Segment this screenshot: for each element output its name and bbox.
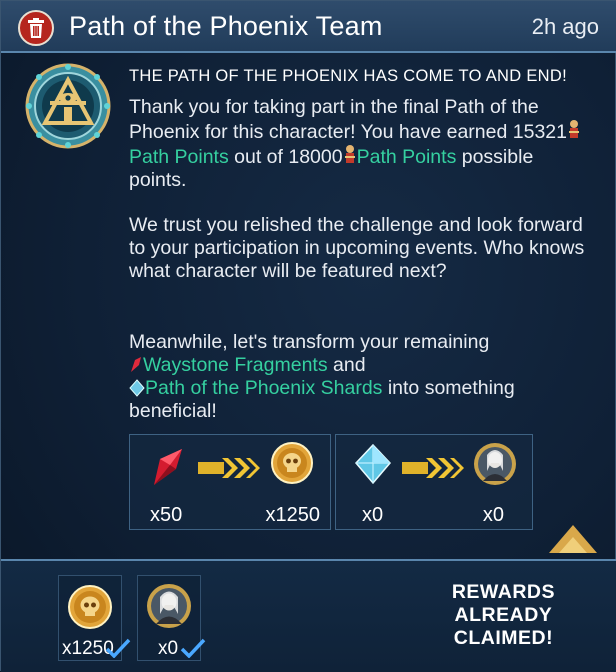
paragraph-text: Thank you for taking part in the final P…	[129, 96, 567, 143]
phoenix-shards-link[interactable]: Path of the Phoenix Shards	[145, 377, 382, 399]
paragraph-text: Meanwhile, let's transform your remainin…	[129, 331, 490, 353]
message-title: Path of the Phoenix Team	[69, 11, 383, 41]
conversion-fragments: x50 x1250	[129, 434, 331, 530]
message-timestamp: 2h ago	[531, 14, 599, 39]
conversion-shards: x0 x0	[335, 434, 533, 530]
message-paragraph-1: Thank you for taking part in the final P…	[129, 96, 589, 192]
red-fragment-icon	[154, 449, 182, 485]
checkmark-icon	[105, 638, 131, 658]
trash-icon	[28, 18, 44, 38]
path-points-icon	[568, 120, 579, 138]
reward-slot[interactable]: x1250	[58, 575, 131, 661]
message-header: Path of the Phoenix Team 2h ago	[1, 1, 616, 53]
path-points-link[interactable]: Path Points	[129, 146, 229, 168]
mail-message-panel: Path of the Phoenix Team 2h ago THE PATH…	[0, 0, 616, 672]
phoenix-shard-icon	[129, 379, 145, 397]
reward-quantity: x0	[158, 638, 179, 659]
convert-arrow-icon	[198, 458, 260, 478]
status-line: CLAIMED!	[453, 627, 554, 649]
portrait-quantity: x0	[482, 504, 504, 526]
checkmark-icon	[180, 638, 206, 658]
path-points-icon	[344, 145, 355, 163]
message-headline: THE PATH OF THE PHOENIX HAS COME TO AND …	[129, 67, 567, 85]
rewards-bar: x1250 x0 REWARDS ALREADY CLAIMED!	[1, 559, 616, 672]
rewards-claimed-status: REWARDS ALREADY CLAIMED!	[452, 581, 555, 650]
status-line: ALREADY	[454, 604, 553, 626]
shard-quantity: x0	[362, 504, 384, 526]
hero-portrait-icon	[147, 584, 191, 628]
scroll-corner-icon[interactable]	[549, 521, 597, 553]
reward-slot[interactable]: x0	[137, 575, 206, 661]
skull-coin-icon	[271, 442, 313, 484]
coin-quantity: x1250	[265, 504, 321, 526]
waystone-fragments-link[interactable]: Waystone Fragments	[143, 354, 328, 376]
delete-button[interactable]	[18, 10, 54, 46]
skull-coin-icon	[68, 585, 112, 629]
message-paragraph-3: Meanwhile, let's transform your remainin…	[129, 331, 589, 423]
convert-arrow-icon	[402, 458, 464, 478]
paragraph-text: out of 18000	[228, 146, 343, 168]
hero-portrait-icon	[474, 443, 516, 485]
phoenix-emblem-icon	[25, 63, 111, 149]
waystone-fragment-icon	[131, 357, 141, 372]
path-points-link[interactable]: Path Points	[357, 146, 457, 168]
message-paragraph-2: We trust you relished the challenge and …	[129, 214, 585, 282]
blue-crystal-icon	[354, 443, 392, 485]
fragment-quantity: x50	[150, 504, 183, 526]
status-line: REWARDS	[451, 581, 555, 603]
paragraph-text: and	[327, 354, 366, 376]
